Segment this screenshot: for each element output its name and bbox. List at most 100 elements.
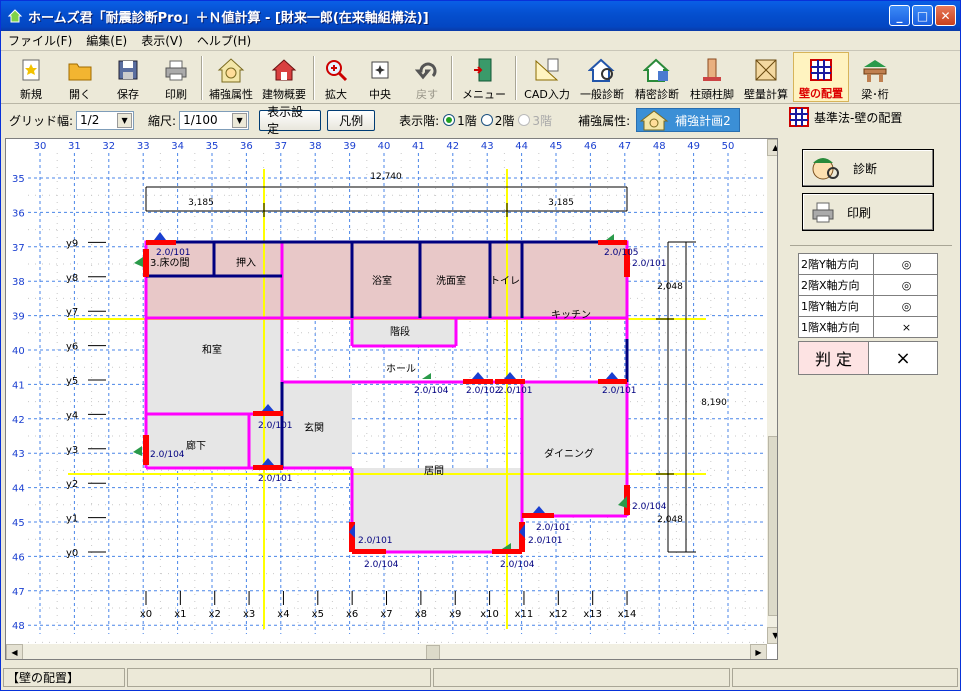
reinforce-attr-label: 補強属性: — [578, 113, 631, 128]
floor-label: 表示階: — [399, 113, 440, 128]
x-axis-label: x11 — [515, 609, 534, 620]
verdict-box: 判 定 × — [798, 341, 938, 375]
grid-row-label: 44 — [12, 484, 25, 495]
grid-col-label: 33 — [137, 141, 150, 152]
vertical-scroll-thumb[interactable] — [768, 436, 777, 616]
status-mode: 【壁の配置】 — [3, 668, 125, 687]
grid-col-label: 30 — [34, 141, 47, 152]
wall-spec: 2.0/101 — [602, 386, 637, 396]
grid-width-value: 1/2 — [80, 113, 100, 127]
status-cell — [126, 668, 431, 687]
print-button[interactable]: 印刷 — [153, 52, 199, 102]
grid-col-label: 39 — [343, 141, 356, 152]
menu-view[interactable]: 表示(V) — [134, 32, 190, 49]
dim-left: 3,185 — [188, 198, 214, 208]
beam-button[interactable]: 梁･桁 — [849, 52, 901, 102]
precise-diagnosis-button[interactable]: 精密診断 — [629, 52, 685, 102]
grid-width-select[interactable]: 1/2 ▼ — [76, 110, 135, 130]
legend-button[interactable]: 凡例 — [327, 109, 376, 131]
column-joint-button[interactable]: 柱頭柱脚 — [685, 52, 739, 102]
x-axis-label: x2 — [209, 609, 221, 620]
wall-quantity-button[interactable]: 壁量計算 — [739, 52, 793, 102]
grid-width-label: グリッド幅: — [9, 113, 74, 128]
house-icon — [271, 59, 297, 81]
wall-spec: 2.0/105 — [604, 248, 639, 258]
menu-edit[interactable]: 編集(E) — [79, 32, 134, 49]
minimize-button[interactable]: _ — [889, 5, 910, 26]
floor-2-radio[interactable]: 2階 — [480, 112, 514, 129]
grid-col-label: 43 — [481, 141, 494, 152]
reinforce-attr-button[interactable]: 補強属性 — [205, 52, 257, 102]
vertical-scrollbar[interactable]: ▲ ▼ — [767, 139, 777, 644]
room-living: 居間 — [424, 465, 444, 477]
scroll-down-icon[interactable]: ▼ — [767, 627, 777, 644]
chevron-down-icon: ▼ — [232, 112, 248, 128]
plan-canvas[interactable]: 30 31 32 33 34 35 36 37 38 39 40 41 42 43 44 45 46 47 48 49… — [5, 138, 778, 660]
y-axis-label: y4 — [66, 410, 78, 421]
wall-spec: 2.0/104 — [632, 502, 667, 512]
maximize-button[interactable]: □ — [912, 5, 933, 26]
floor-1-label: 1階 — [457, 113, 477, 128]
y-axis-label: y5 — [66, 376, 78, 387]
y-axis-label: y1 — [66, 514, 78, 525]
room-stairs: 階段 — [390, 325, 410, 338]
scale-select[interactable]: 1/100 ▼ — [179, 110, 250, 130]
grid-row-label: 36 — [12, 208, 25, 219]
grid-col-label: 40 — [378, 141, 391, 152]
display-settings-button[interactable]: 表示設定 — [259, 105, 322, 136]
room-toilet: トイレ — [490, 276, 520, 287]
floor-1-radio[interactable]: 1階 — [443, 112, 477, 129]
horizontal-scroll-thumb[interactable] — [426, 645, 440, 659]
floor-plan[interactable]: 30 31 32 33 34 35 36 37 38 39 40 41 42 43 44 45 46 47 48 49… — [6, 139, 767, 644]
wall-layout-button[interactable]: 壁の配置 — [793, 52, 849, 102]
grid-row-label: 41 — [12, 380, 25, 391]
new-button[interactable]: 新規 — [5, 52, 57, 102]
y-axis-label: y3 — [66, 445, 78, 456]
zoom-in-button[interactable]: 拡大 — [317, 52, 355, 102]
x-axis-label: x13 — [583, 609, 602, 620]
toolbar: 新規 開く 保存 印刷 補強属性 建物概要 拡大 中央 戻す メニュー CAD入… — [1, 52, 960, 104]
verdict-value: × — [869, 342, 937, 374]
grid-col-label: 45 — [550, 141, 563, 152]
scroll-left-icon[interactable]: ◀ — [6, 644, 23, 659]
center-button[interactable]: 中央 — [355, 52, 405, 102]
wall-spec: 2.0/101 — [258, 474, 293, 484]
title-bar[interactable]: ホームズ君「耐震診断Pro」＋Ｎ値計算 - [財来一郎(在来軸組構法)] _ □… — [1, 1, 960, 31]
menu-file[interactable]: ファイル(F) — [1, 32, 79, 49]
wall-spec: 2.0/101 — [536, 523, 571, 533]
grid-row-label: 47 — [12, 587, 25, 598]
general-diagnosis-button[interactable]: 一般診断 — [575, 52, 629, 102]
scroll-right-icon[interactable]: ▶ — [750, 644, 767, 659]
reinforce-plan-indicator[interactable]: 補強計画2 — [636, 108, 740, 132]
open-button[interactable]: 開く — [57, 52, 103, 102]
menu-button[interactable]: メニュー — [455, 52, 513, 102]
grid-col-label: 35 — [206, 141, 219, 152]
menu-help[interactable]: ヘルプ(H) — [190, 32, 258, 49]
grid-col-label: 48 — [653, 141, 666, 152]
grid-col-label: 42 — [446, 141, 459, 152]
grid-col-label: 44 — [515, 141, 528, 152]
panel-title: 基準法-壁の配置 — [782, 105, 960, 129]
row-mark: ◎ — [873, 253, 938, 275]
diagnose-button[interactable]: 診断 — [802, 149, 934, 187]
close-button[interactable]: ✕ — [935, 5, 956, 26]
grid-row-label: 40 — [12, 346, 25, 357]
building-outline-button[interactable]: 建物概要 — [257, 52, 311, 102]
wall-spec: 2.0/101 — [632, 259, 667, 269]
grid-col-label: 31 — [68, 141, 81, 152]
horizontal-scrollbar[interactable]: ◀ ▶ — [6, 644, 767, 659]
judgement-table: 2階Y軸方向 ◎ 2階X軸方向 ◎ 1階Y軸方向 ◎ 1階X軸方向 × — [798, 253, 938, 338]
floor-3-radio[interactable]: 3階 — [518, 112, 552, 129]
save-button[interactable]: 保存 — [103, 52, 153, 102]
table-row: 1階X軸方向 × — [798, 316, 938, 338]
undo-button[interactable]: 戻す — [405, 52, 449, 102]
row-label: 2階X軸方向 — [798, 274, 874, 296]
scroll-up-icon[interactable]: ▲ — [767, 139, 777, 156]
cad-input-button[interactable]: CAD入力 — [519, 52, 575, 102]
cad-input-icon — [535, 58, 559, 81]
grid-col-label: 38 — [309, 141, 322, 152]
grid-row-label: 37 — [12, 243, 25, 254]
room-kitchen: キッチン — [551, 309, 591, 321]
panel-print-button[interactable]: 印刷 — [802, 193, 934, 231]
wall-layout-icon — [810, 59, 832, 81]
